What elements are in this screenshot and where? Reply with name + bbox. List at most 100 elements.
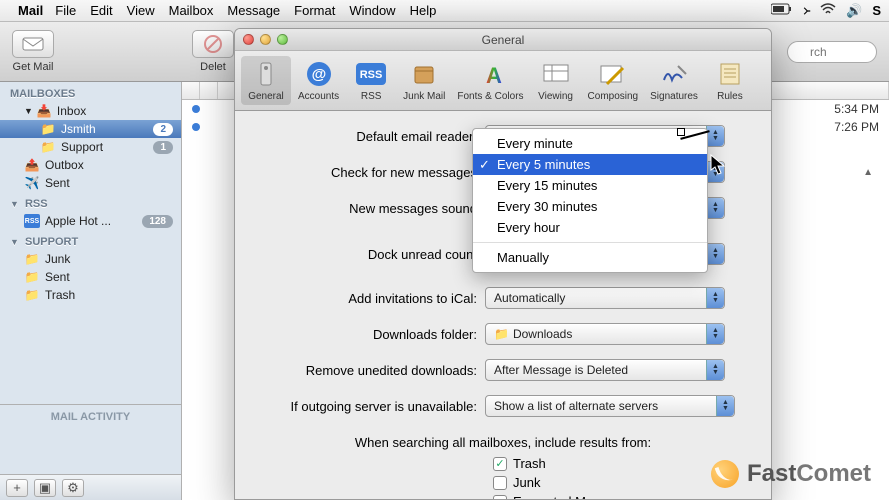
toolbar-search[interactable] — [787, 41, 877, 63]
section-support[interactable]: ▼ SUPPORT — [0, 230, 181, 250]
add-button[interactable]: + — [6, 479, 28, 497]
tab-accounts[interactable]: @Accounts — [293, 56, 344, 105]
outbox-icon: 📤 — [24, 158, 40, 172]
prefs-titlebar[interactable]: General — [235, 29, 771, 51]
sent-icon: ✈️ — [24, 176, 40, 190]
label-downloads: Downloads folder: — [255, 327, 485, 342]
rss-icon: RSS — [24, 214, 40, 228]
label-default-reader: Default email reader: — [255, 129, 485, 144]
rules-icon — [714, 59, 746, 89]
folder-icon: 📁 — [40, 140, 56, 154]
check-interval-popup: Every minute Every 5 minutes Every 15 mi… — [472, 128, 708, 273]
menu-window[interactable]: Window — [349, 3, 395, 18]
popup-option[interactable]: Every 15 minutes — [473, 175, 707, 196]
label-dock: Dock unread count — [255, 247, 485, 262]
badge: 2 — [153, 123, 173, 136]
label-remove: Remove unedited downloads: — [255, 363, 485, 378]
sidebar-item-trash[interactable]: 📁Trash — [0, 286, 181, 304]
bluetooth-icon[interactable]: ᚛ — [803, 2, 810, 19]
inbox-icon: 📥 — [36, 104, 52, 118]
close-button[interactable] — [243, 34, 254, 45]
select-remove[interactable]: After Message is Deleted▲▼ — [485, 359, 725, 381]
app-menu[interactable]: Mail — [18, 3, 43, 18]
tab-fonts[interactable]: AFonts & Colors — [452, 56, 528, 105]
badge: 1 — [153, 141, 173, 154]
folder-icon: 📁 — [40, 122, 56, 136]
menu-mailbox[interactable]: Mailbox — [169, 3, 214, 18]
label-outgoing: If outgoing server is unavailable: — [255, 399, 485, 414]
tab-rules[interactable]: Rules — [705, 56, 755, 105]
badge: 128 — [142, 215, 173, 228]
section-mailboxes: MAILBOXES — [0, 82, 181, 102]
popup-option[interactable]: Every minute — [473, 133, 707, 154]
popup-option-selected[interactable]: Every 5 minutes — [473, 154, 707, 175]
annotation-icon — [677, 128, 685, 136]
watermark: FastComet — [711, 460, 871, 488]
popup-option-manual[interactable]: Manually — [473, 247, 707, 268]
tab-composing[interactable]: Composing — [583, 56, 644, 105]
sidebar-item-outbox[interactable]: 📤Outbox — [0, 156, 181, 174]
label-check-messages: Check for new messages — [255, 165, 485, 180]
action-button[interactable]: ⚙ — [62, 479, 84, 497]
folder-icon: 📁 — [494, 327, 509, 341]
popup-option[interactable]: Every 30 minutes — [473, 196, 707, 217]
battery-icon[interactable] — [771, 3, 793, 18]
junk-icon — [408, 59, 440, 89]
checkbox-icon — [493, 495, 507, 500]
separator — [473, 242, 707, 243]
sidebar-item-jsmith[interactable]: 📁Jsmith2 — [0, 120, 181, 138]
menu-edit[interactable]: Edit — [90, 3, 112, 18]
sidebar-item-sent[interactable]: ✈️Sent — [0, 174, 181, 192]
tab-rss[interactable]: RSSRSS — [346, 56, 396, 105]
search-heading: When searching all mailboxes, include re… — [255, 435, 751, 450]
wifi-icon[interactable] — [820, 3, 836, 18]
fonts-icon: A — [474, 59, 506, 89]
general-icon — [250, 59, 282, 89]
volume-icon[interactable]: 🔊 — [846, 3, 862, 19]
menu-help[interactable]: Help — [410, 3, 437, 18]
rss-icon: RSS — [355, 59, 387, 89]
section-rss[interactable]: ▼ RSS — [0, 192, 181, 212]
tab-junkmail[interactable]: Junk Mail — [398, 56, 450, 105]
mail-activity: MAIL ACTIVITY — [0, 404, 181, 474]
unread-dot-icon — [192, 123, 200, 131]
sidebar: MAILBOXES ▼📥Inbox 📁Jsmith2 📁Support1 📤Ou… — [0, 82, 182, 500]
sidebar-item-sent2[interactable]: 📁Sent — [0, 268, 181, 286]
message-time: 7:26 PM — [834, 120, 879, 134]
checkbox-icon — [493, 476, 507, 490]
select-outgoing[interactable]: Show a list of alternate servers▲▼ — [485, 395, 735, 417]
svg-text:A: A — [486, 63, 502, 87]
activity-button[interactable]: ▣ — [34, 479, 56, 497]
sidebar-item-junk[interactable]: 📁Junk — [0, 250, 181, 268]
label-ical: Add invitations to iCal: — [255, 291, 485, 306]
prefs-title: General — [482, 33, 525, 47]
system-menubar: Mail File Edit View Mailbox Message Form… — [0, 0, 889, 22]
get-mail-button[interactable]: Get Mail — [12, 30, 54, 73]
menu-format[interactable]: Format — [294, 3, 335, 18]
folder-icon: 📁 — [24, 288, 40, 302]
minimize-button[interactable] — [260, 34, 271, 45]
watermark-logo-icon — [711, 460, 739, 488]
sidebar-item-inbox[interactable]: ▼📥Inbox — [0, 102, 181, 120]
sidebar-item-support[interactable]: 📁Support1 — [0, 138, 181, 156]
svg-text:RSS: RSS — [360, 69, 383, 81]
select-downloads[interactable]: 📁Downloads▲▼ — [485, 323, 725, 345]
sort-indicator-icon: ▲ — [863, 167, 873, 178]
viewing-icon — [540, 59, 572, 89]
tab-viewing[interactable]: Viewing — [531, 56, 581, 105]
get-mail-label: Get Mail — [13, 61, 54, 73]
menu-file[interactable]: File — [55, 3, 76, 18]
select-ical[interactable]: Automatically▲▼ — [485, 287, 725, 309]
tab-signatures[interactable]: Signatures — [645, 56, 703, 105]
tab-general[interactable]: General — [241, 56, 291, 105]
delete-button[interactable]: Delet — [192, 30, 234, 73]
zoom-button[interactable] — [277, 34, 288, 45]
menu-message[interactable]: Message — [227, 3, 280, 18]
sidebar-item-applehot[interactable]: RSSApple Hot ...128 — [0, 212, 181, 230]
extra-icon[interactable]: S — [872, 3, 881, 18]
sidebar-footer: + ▣ ⚙ — [0, 474, 181, 500]
search-input[interactable] — [787, 41, 877, 63]
popup-option[interactable]: Every hour — [473, 217, 707, 238]
checkbox-encrypted[interactable]: Encrypted Messages — [493, 494, 751, 500]
menu-view[interactable]: View — [127, 3, 155, 18]
